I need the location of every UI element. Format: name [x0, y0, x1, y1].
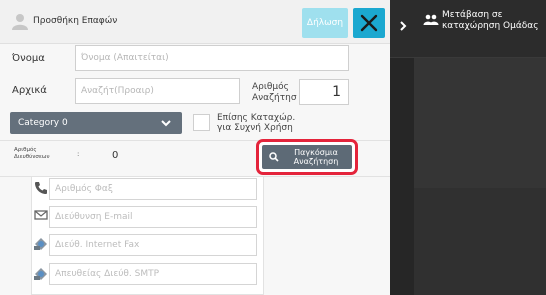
search-number-label-1: Αριθμός: [252, 82, 289, 92]
frequent-use-label-2: για Συχνή Χρήση: [217, 123, 293, 133]
email-icon: [34, 210, 48, 220]
name-label: Όνομα: [12, 53, 45, 64]
internet-fax-input[interactable]: Διεύθ. Internet Fax: [49, 234, 257, 256]
sidebar-content: [414, 58, 546, 188]
address-count-label-2: Διευθύνσεων: [14, 154, 50, 160]
category-select[interactable]: Category 0: [10, 112, 182, 134]
search-number-label-2: Αναζήτησ: [252, 93, 297, 103]
search-number-input[interactable]: 1: [299, 79, 349, 105]
search-icon: [269, 152, 279, 162]
initial-label: Αρχικά: [12, 85, 47, 96]
name-input[interactable]: Όνομα (Απαιτείται): [75, 45, 349, 71]
address-count-label-1: Αριθμός: [14, 147, 37, 153]
chevron-right-icon: [400, 21, 407, 31]
address-count-value: 0: [112, 150, 119, 161]
global-search-label-2: Αναζήτηση: [293, 157, 339, 166]
sidebar-content-lower: [414, 188, 546, 295]
contact-avatar-icon: [12, 14, 28, 30]
category-value: Category 0: [18, 118, 68, 128]
page-title: Προσθήκη Επαφών: [33, 16, 118, 26]
address-count-label: Αριθμός Διευθύνσεων: [14, 147, 50, 161]
initial-input[interactable]: Αναζήτ(Προαιρ): [75, 78, 240, 104]
group-registration-label-2: καταχώρηση Ομάδας: [442, 21, 539, 31]
email-address-input[interactable]: Διεύθυνση E-mail: [49, 206, 257, 228]
chevron-down-icon: [161, 120, 171, 127]
fax-number-input[interactable]: Αριθμός Φαξ: [49, 178, 257, 200]
sidebar-strip: [390, 58, 414, 295]
add-contact-panel: Προσθήκη Επαφών Δήλωση Όνομα Όνομα (Απαι…: [0, 0, 390, 295]
global-search-button[interactable]: Παγκόσμια Αναζήτηση: [262, 145, 352, 169]
group-icon: [423, 14, 439, 25]
close-icon: [360, 14, 378, 32]
close-button[interactable]: [353, 8, 385, 38]
header-bar: Προσθήκη Επαφών Δήλωση: [0, 0, 390, 44]
register-button[interactable]: Δήλωση: [302, 8, 348, 38]
frequent-use-label-1: Επίσης Καταχώρ.: [217, 113, 296, 123]
group-registration-label-1: Μετάβαση σε: [442, 10, 503, 20]
frequent-use-checkbox[interactable]: [193, 114, 210, 131]
global-search-label-1: Παγκόσμια: [294, 148, 338, 157]
fax-icon: [35, 182, 47, 194]
smtp-address-input[interactable]: Απευθείας Διεύθ. SMTP: [49, 263, 257, 285]
sidebar: Μετάβαση σε καταχώρηση Ομάδας: [390, 0, 546, 295]
smtp-icon: [34, 268, 47, 280]
internet-fax-icon: [34, 238, 47, 250]
global-search-highlight: Παγκόσμια Αναζήτηση: [256, 139, 358, 175]
group-registration-link[interactable]: Μετάβαση σε καταχώρηση Ομάδας: [390, 0, 546, 58]
address-count-colon: :: [77, 150, 80, 158]
